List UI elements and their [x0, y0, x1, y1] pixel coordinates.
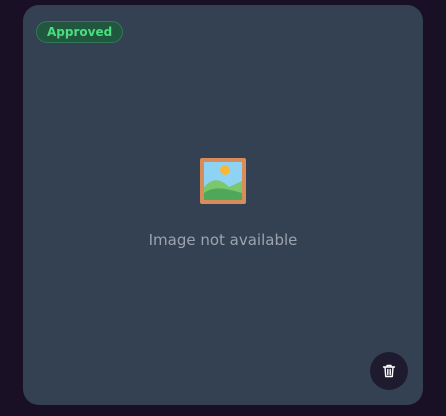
image-icon [200, 158, 246, 204]
trash-icon [382, 364, 396, 378]
delete-button[interactable] [370, 352, 408, 390]
status-badge: Approved [36, 21, 124, 43]
image-unavailable-text: Image not available [148, 231, 298, 249]
image-card: Approved Image not available [23, 5, 423, 405]
image-placeholder: Image not available [23, 157, 423, 249]
